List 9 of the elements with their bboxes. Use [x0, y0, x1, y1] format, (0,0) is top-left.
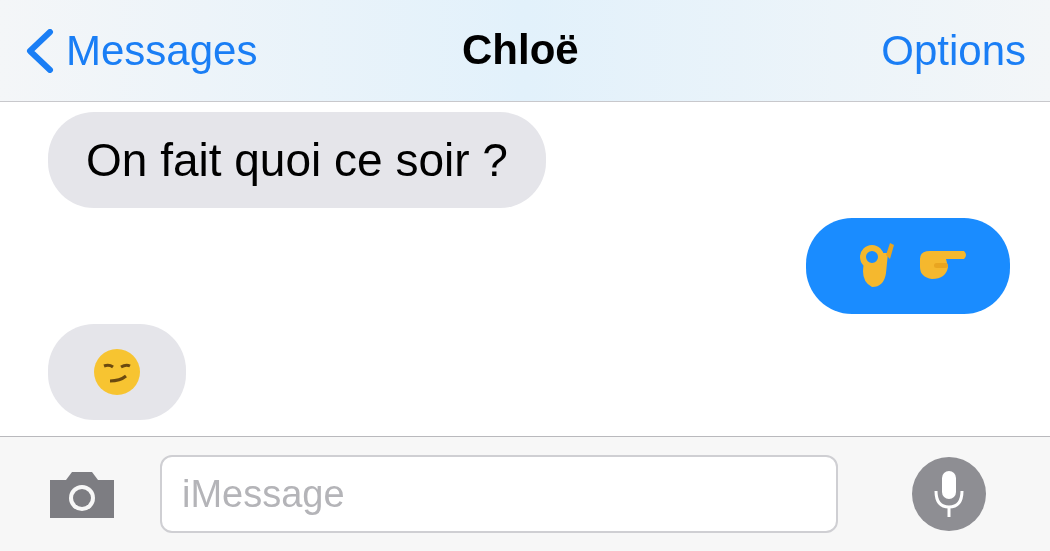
- microphone-icon[interactable]: [912, 457, 986, 531]
- back-link[interactable]: Messages: [24, 19, 258, 82]
- smirk-face-icon: [92, 347, 142, 397]
- conversation-title: Chloë: [462, 25, 579, 75]
- back-chevron-icon: [24, 28, 54, 73]
- message-field[interactable]: iMessage: [160, 455, 838, 533]
- incoming-message-bubble: On fait quoi ce soir ?: [48, 112, 546, 208]
- back-label: Messages: [66, 26, 258, 76]
- options-link[interactable]: Options: [881, 19, 1026, 82]
